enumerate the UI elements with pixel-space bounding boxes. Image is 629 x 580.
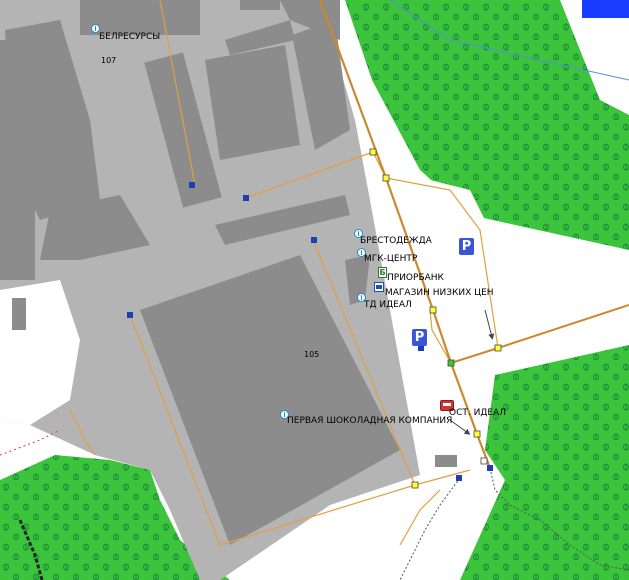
shop-icon[interactable] <box>374 282 384 292</box>
node-yellow <box>411 481 419 489</box>
poi-label: ПРИОРБАНК <box>387 273 444 283</box>
city-map[interactable]: Б P P БЕЛРЕСУРСЫ 107 БРЕСТОДЕЖДА МГК-ЦЕН… <box>0 0 629 580</box>
poi-label: ПЕРВАЯ ШОКОЛАДНАЯ КОМПАНИЯ <box>287 416 453 426</box>
direction-arrow <box>484 309 495 340</box>
block-number: 107 <box>101 56 117 65</box>
poi-label: МГК-ЦЕНТР <box>364 254 418 264</box>
bank-icon[interactable]: Б <box>378 267 387 278</box>
poi-label: БРЕСТОДЕЖДА <box>360 236 432 246</box>
node-yellow <box>429 306 437 314</box>
node-yellow <box>369 148 377 156</box>
node-yellow <box>382 174 390 182</box>
map-canvas[interactable] <box>0 0 629 580</box>
direction-arrow <box>449 419 471 435</box>
poi-label: ОСТ. ИДЕАЛ <box>449 408 506 418</box>
node-white <box>480 457 488 465</box>
node-green <box>447 359 455 367</box>
block-number: 105 <box>304 350 320 359</box>
poi-label: ТД ИДЕАЛ <box>364 300 412 310</box>
poi-label: МАГАЗИН НИЗКИХ ЦЕН <box>385 288 494 298</box>
poi-label: БЕЛРЕСУРСЫ <box>99 32 161 42</box>
water-body <box>582 0 629 18</box>
parking-sign[interactable]: P <box>459 238 474 255</box>
node-yellow <box>473 430 481 438</box>
parking-sign[interactable]: P <box>412 329 427 346</box>
node-yellow <box>494 344 502 352</box>
